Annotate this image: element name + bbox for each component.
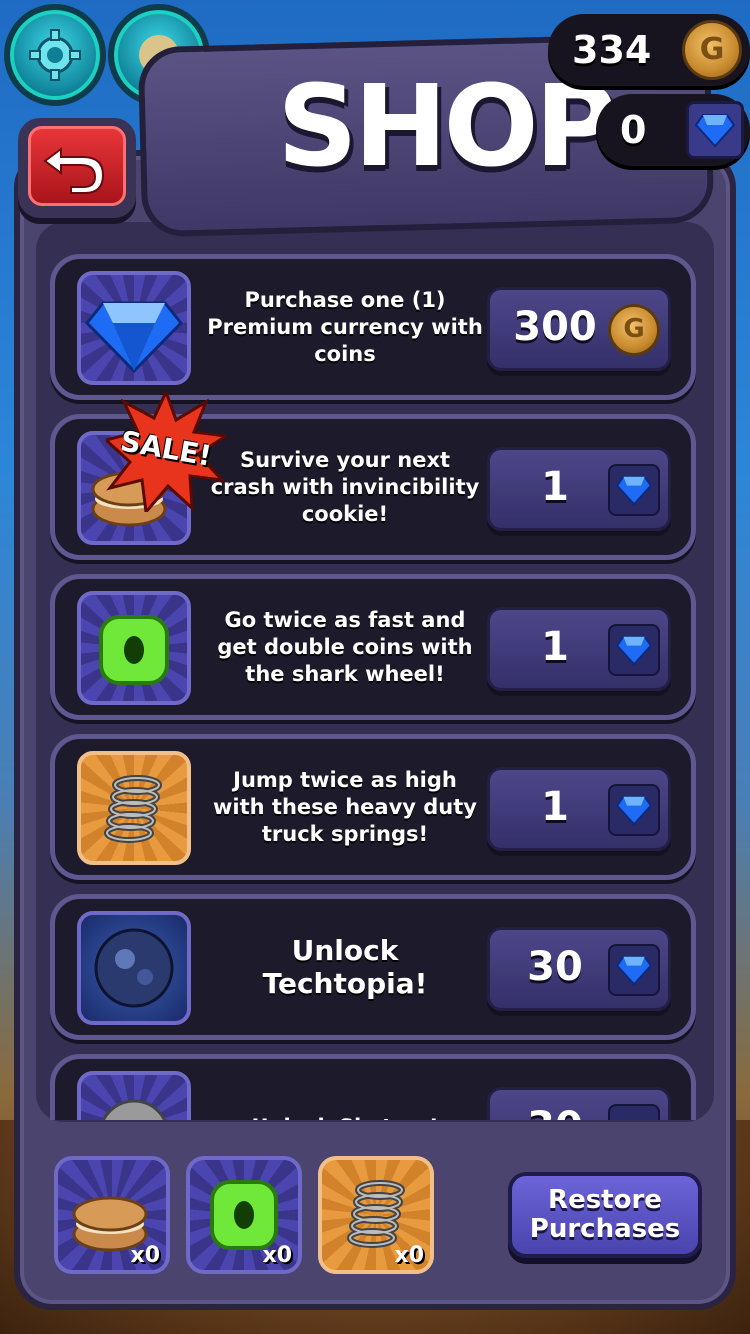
item-description: Unlock Skatum! [205, 1059, 485, 1121]
buy-button[interactable]: 300 G [487, 287, 671, 371]
coin-count: 334 [572, 28, 652, 72]
price-value: 30 [500, 1104, 610, 1120]
gem-icon [608, 944, 660, 996]
coin-icon: G [682, 20, 742, 80]
list-clip: Unlock Skatum! 30 [0, 1054, 750, 1120]
gem-balance: 0 [596, 94, 750, 166]
item-count: x0 [262, 1243, 293, 1268]
gem-icon [608, 464, 660, 516]
item-count: x0 [130, 1243, 161, 1268]
coin-balance: 334 G [548, 14, 750, 86]
price-value: 1 [541, 624, 569, 670]
gem-icon [608, 624, 660, 676]
gear-icon [29, 29, 81, 81]
shark-wheel-icon [77, 591, 191, 705]
gem-icon [608, 1104, 660, 1120]
price-value: 300 [513, 304, 597, 350]
buy-button[interactable]: 30 [487, 927, 671, 1011]
item-description: Survive your next crash with invincibili… [210, 447, 480, 526]
spring-icon [77, 751, 191, 865]
shop-item-row: Purchase one (1) Premium currency with c… [50, 254, 696, 400]
gem-icon [608, 784, 660, 836]
price-value: 1 [541, 784, 569, 830]
inventory-slot-spring[interactable]: x0 [318, 1156, 434, 1274]
back-button[interactable] [18, 118, 136, 218]
gem-count: 0 [620, 108, 647, 152]
spiky-planet-icon [77, 1071, 191, 1120]
shop-item-row: Unlock Techtopia! 30 [50, 894, 696, 1040]
price-value: 1 [541, 464, 569, 510]
price-value: 30 [527, 944, 583, 990]
gem-icon [686, 101, 744, 159]
item-description: Purchase one (1) Premium currency with c… [207, 287, 483, 366]
sale-badge: SALE! [102, 388, 231, 516]
techtopia-planet-icon [77, 911, 191, 1025]
coin-icon: G [608, 304, 660, 356]
buy-button[interactable]: 30 [487, 1087, 671, 1120]
item-description: Jump twice as high with these heavy duty… [213, 767, 477, 846]
inventory-slot-shark-wheel[interactable]: x0 [186, 1156, 302, 1274]
buy-button[interactable]: 1 [487, 607, 671, 691]
gem-icon [77, 271, 191, 385]
item-count: x0 [394, 1243, 425, 1268]
buy-button[interactable]: 1 [487, 767, 671, 851]
shop-item-row: Jump twice as high with these heavy duty… [50, 734, 696, 880]
restore-purchases-button[interactable]: Restore Purchases [508, 1172, 702, 1258]
item-description: Go twice as fast and get double coins wi… [217, 607, 473, 686]
buy-button[interactable]: 1 [487, 447, 671, 531]
inventory-slot-cookie[interactable]: x0 [54, 1156, 170, 1274]
back-arrow-icon [43, 147, 105, 194]
shop-item-row: Go twice as fast and get double coins wi… [50, 574, 696, 720]
settings-button[interactable] [4, 4, 106, 106]
item-description: Unlock Techtopia! [262, 934, 428, 1000]
shop-item-row: Unlock Skatum! 30 [50, 1054, 696, 1120]
